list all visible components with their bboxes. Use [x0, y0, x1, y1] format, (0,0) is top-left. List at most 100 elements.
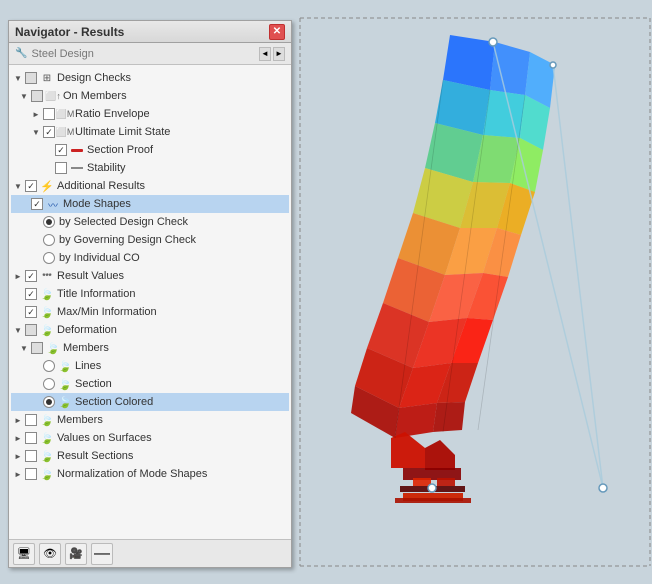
section-icon: 🍃 — [58, 377, 72, 391]
title-info-label: Title Information — [57, 288, 135, 300]
bottom-toolbar: 🖥 👁 🎥 — — [9, 539, 291, 567]
camera-button[interactable]: 🎥 — [65, 543, 87, 565]
tree-item-title-info[interactable]: 🍃 Title Information — [11, 285, 289, 303]
ultimate-label: Ultimate Limit State — [75, 126, 170, 138]
tree-item-section-colored[interactable]: 🍃 Section Colored — [11, 393, 289, 411]
close-button[interactable]: ✕ — [269, 24, 285, 40]
checkbox-on-members[interactable] — [31, 90, 43, 102]
panel-title: Navigator - Results — [15, 25, 124, 39]
title-info-icon: 🍃 — [40, 287, 54, 301]
checkbox-result-sections[interactable] — [25, 450, 37, 462]
tree-item-ultimate[interactable]: ▼ ⬜M Ultimate Limit State — [11, 123, 289, 141]
panel-titlebar: Navigator - Results ✕ — [9, 21, 291, 43]
tree-item-result-sections[interactable]: ► 🍃 Result Sections — [11, 447, 289, 465]
ratio-envelope-label: Ratio Envelope — [75, 108, 150, 120]
ultimate-icon: ⬜M — [58, 125, 72, 139]
tree-item-maxmin[interactable]: 🍃 Max/Min Information — [11, 303, 289, 321]
tree-item-section-proof[interactable]: Section Proof — [11, 141, 289, 159]
maxmin-icon: 🍃 — [40, 305, 54, 319]
radio-section-colored[interactable] — [43, 396, 55, 408]
expand-placeholder — [31, 397, 41, 407]
expand-icon[interactable]: ▼ — [19, 91, 29, 101]
checkbox-design-checks[interactable] — [25, 72, 37, 84]
tree-area[interactable]: ▼ ⊞ Design Checks ▼ ⬜↑ On Members ► ⬜M R… — [9, 65, 291, 539]
expand-icon[interactable]: ▼ — [13, 73, 23, 83]
checkbox-values-surfaces[interactable] — [25, 432, 37, 444]
expand-placeholder — [31, 217, 41, 227]
checkbox-ultimate[interactable] — [43, 126, 55, 138]
checkbox-mode-shapes[interactable] — [31, 198, 43, 210]
normalization-label: Normalization of Mode Shapes — [57, 468, 207, 480]
checkbox-title-info[interactable] — [25, 288, 37, 300]
tree-item-by-individual[interactable]: by Individual CO — [11, 249, 289, 267]
expand-icon[interactable]: ► — [31, 109, 41, 119]
tree-item-design-checks[interactable]: ▼ ⊞ Design Checks — [11, 69, 289, 87]
tree-item-section[interactable]: 🍃 Section — [11, 375, 289, 393]
additional-icon: ⚡ — [40, 179, 54, 193]
values-surfaces-icon: 🍃 — [40, 431, 54, 445]
navigator-panel: Navigator - Results ✕ 🔧 Steel Design ◄ ►… — [8, 20, 292, 568]
radio-by-selected[interactable] — [43, 216, 55, 228]
tree-item-stability[interactable]: Stability — [11, 159, 289, 177]
radio-by-governing[interactable] — [43, 234, 55, 246]
radio-by-individual[interactable] — [43, 252, 55, 264]
tree-item-ratio-envelope[interactable]: ► ⬜M Ratio Envelope — [11, 105, 289, 123]
design-checks-icon: ⊞ — [40, 71, 54, 85]
steel-design-label: 🔧 Steel Design — [15, 48, 94, 60]
eye-button[interactable]: 👁 — [39, 543, 61, 565]
screen-button[interactable]: 🖥 — [13, 543, 35, 565]
normalization-icon: 🍃 — [40, 467, 54, 481]
on-members-icon: ⬜↑ — [46, 89, 60, 103]
checkbox-section-proof[interactable] — [55, 144, 67, 156]
checkbox-deformation[interactable] — [25, 324, 37, 336]
expand-placeholder — [19, 199, 29, 209]
expand-icon[interactable]: ► — [13, 271, 23, 281]
expand-icon[interactable]: ▼ — [31, 127, 41, 137]
checkbox-normalization[interactable] — [25, 468, 37, 480]
expand-icon[interactable]: ► — [13, 469, 23, 479]
radio-lines[interactable] — [43, 360, 55, 372]
expand-icon[interactable]: ► — [13, 451, 23, 461]
checkbox-result-values[interactable] — [25, 270, 37, 282]
3d-model — [295, 0, 652, 584]
tree-item-by-selected[interactable]: by Selected Design Check — [11, 213, 289, 231]
def-members-label: Members — [63, 342, 109, 354]
expand-icon[interactable]: ▼ — [13, 181, 23, 191]
tree-item-values-surfaces[interactable]: ► 🍃 Values on Surfaces — [11, 429, 289, 447]
tree-item-additional[interactable]: ▼ ⚡ Additional Results — [11, 177, 289, 195]
tree-item-mode-shapes[interactable]: 〰 Mode Shapes — [11, 195, 289, 213]
expand-placeholder — [43, 163, 53, 173]
checkbox-ratio-envelope[interactable] — [43, 108, 55, 120]
checkbox-maxmin[interactable] — [25, 306, 37, 318]
expand-placeholder — [13, 289, 23, 299]
checkbox-stability[interactable] — [55, 162, 67, 174]
on-members-label: On Members — [63, 90, 127, 102]
arrow-right-button[interactable]: ► — [273, 47, 285, 61]
expand-placeholder — [31, 379, 41, 389]
tree-item-def-members[interactable]: ▼ 🍃 Members — [11, 339, 289, 357]
tree-item-lines[interactable]: 🍃 Lines — [11, 357, 289, 375]
design-checks-label: Design Checks — [57, 72, 131, 84]
tree-item-normalization[interactable]: ► 🍃 Normalization of Mode Shapes — [11, 465, 289, 483]
deformation-label: Deformation — [57, 324, 117, 336]
tree-item-on-members[interactable]: ▼ ⬜↑ On Members — [11, 87, 289, 105]
expand-icon[interactable]: ▼ — [13, 325, 23, 335]
stability-label: Stability — [87, 162, 126, 174]
by-individual-label: by Individual CO — [59, 252, 140, 264]
tree-item-members-top[interactable]: ► 🍃 Members — [11, 411, 289, 429]
expand-icon[interactable]: ► — [13, 433, 23, 443]
checkbox-additional[interactable] — [25, 180, 37, 192]
section-label: Section — [75, 378, 112, 390]
checkbox-def-members[interactable] — [31, 342, 43, 354]
expand-icon[interactable]: ▼ — [19, 343, 29, 353]
tree-item-by-governing[interactable]: by Governing Design Check — [11, 231, 289, 249]
arrow-left-button[interactable]: ◄ — [259, 47, 271, 61]
checkbox-members-top[interactable] — [25, 414, 37, 426]
tree-item-result-values[interactable]: ► *** Result Values — [11, 267, 289, 285]
radio-section[interactable] — [43, 378, 55, 390]
tree-item-deformation[interactable]: ▼ 🍃 Deformation — [11, 321, 289, 339]
result-values-icon: *** — [40, 269, 54, 283]
expand-placeholder — [31, 253, 41, 263]
line-button[interactable]: — — [91, 543, 113, 565]
expand-icon[interactable]: ► — [13, 415, 23, 425]
